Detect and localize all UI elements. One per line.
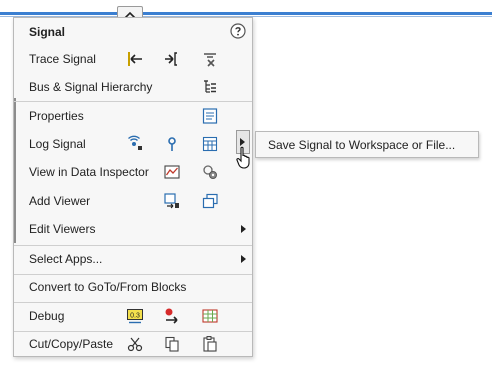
hand-cursor-icon — [236, 146, 250, 169]
menu-item-trace-signal[interactable]: Trace Signal — [14, 45, 252, 73]
cut-copy-paste-label: Cut/Copy/Paste — [29, 337, 114, 351]
menu-header: Signal — [14, 18, 252, 46]
help-icon[interactable] — [230, 23, 246, 39]
logging-table-icon[interactable] — [201, 135, 219, 153]
viewer-windows-icon[interactable] — [201, 192, 219, 210]
test-point-icon[interactable] — [163, 135, 181, 153]
chevron-right-icon — [240, 138, 245, 146]
paste-icon[interactable] — [201, 335, 219, 353]
add-viewer-icon[interactable] — [163, 192, 181, 210]
signal-line — [0, 12, 492, 15]
select-apps-label: Select Apps... — [29, 252, 103, 266]
view-inspector-label: View in Data Inspector — [29, 165, 149, 179]
signal-context-menu: Signal Trace Signal Bus & Signal Hierarc… — [13, 17, 253, 357]
properties-label: Properties — [29, 109, 84, 123]
inspector-settings-icon[interactable] — [201, 163, 219, 181]
menu-item-add-viewer[interactable]: Add Viewer — [14, 187, 252, 215]
menu-item-view-in-data-inspector[interactable]: View in Data Inspector — [14, 158, 252, 186]
menu-item-save-signal-to-workspace[interactable]: Save Signal to Workspace or File... — [256, 132, 478, 160]
hierarchy-tree-icon — [201, 78, 219, 96]
menu-item-properties[interactable]: Properties — [14, 102, 252, 130]
svg-text:0.3: 0.3 — [130, 313, 140, 320]
menu-item-cut-copy-paste: Cut/Copy/Paste — [14, 330, 252, 358]
properties-icon[interactable] — [201, 107, 219, 125]
menu-item-bus-signal-hierarchy[interactable]: Bus & Signal Hierarchy — [14, 73, 252, 101]
menu-item-log-signal[interactable]: Log Signal — [14, 130, 252, 158]
save-signal-label: Save Signal to Workspace or File... — [268, 138, 456, 152]
data-inspector-icon[interactable] — [163, 163, 181, 181]
convert-goto-label: Convert to GoTo/From Blocks — [29, 280, 187, 294]
trace-to-destination-icon[interactable] — [163, 50, 181, 68]
port-value-table-icon[interactable] — [201, 307, 219, 325]
trace-signal-label: Trace Signal — [29, 52, 96, 66]
menu-item-debug[interactable]: Debug 0.3 — [14, 302, 252, 330]
value-label-display-icon[interactable]: 0.3 — [126, 307, 144, 325]
breakpoint-icon[interactable] — [163, 307, 181, 325]
log-signal-submenu: Save Signal to Workspace or File... — [255, 131, 479, 158]
submenu-arrow-icon — [241, 255, 246, 263]
menu-item-edit-viewers[interactable]: Edit Viewers — [14, 215, 252, 243]
remove-highlighting-icon[interactable] — [201, 50, 219, 68]
menu-title: Signal — [29, 25, 66, 39]
bus-hierarchy-label: Bus & Signal Hierarchy — [29, 80, 153, 94]
cut-icon[interactable] — [126, 335, 144, 353]
copy-icon[interactable] — [163, 335, 181, 353]
log-signal-icon[interactable] — [126, 135, 144, 153]
trace-to-source-icon[interactable] — [126, 50, 144, 68]
menu-item-convert-goto-from[interactable]: Convert to GoTo/From Blocks — [14, 273, 252, 301]
edit-viewers-label: Edit Viewers — [29, 222, 96, 236]
log-signal-label: Log Signal — [29, 137, 86, 151]
submenu-arrow-icon — [241, 225, 246, 233]
menu-item-select-apps[interactable]: Select Apps... — [14, 245, 252, 273]
add-viewer-label: Add Viewer — [29, 194, 91, 208]
debug-label: Debug — [29, 309, 65, 323]
